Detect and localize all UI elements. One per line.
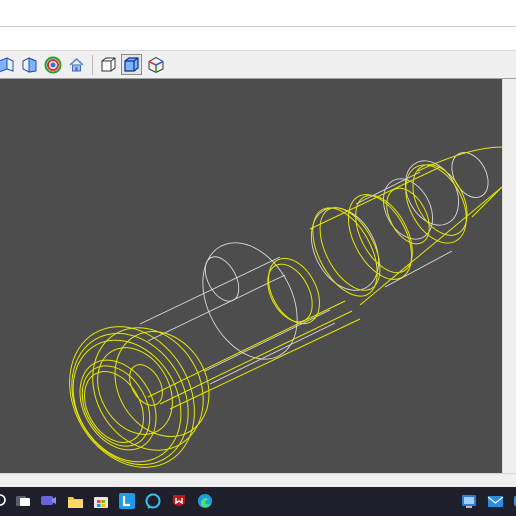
window-top-area	[0, 0, 516, 26]
chat-icon[interactable]	[39, 492, 57, 510]
file-explorer-icon[interactable]	[66, 492, 84, 510]
selected-rings-wireframe	[69, 146, 502, 468]
view-axes-cube-icon[interactable]	[145, 54, 166, 75]
main-tube-wireframe	[139, 152, 489, 385]
alexa-icon[interactable]	[144, 492, 162, 510]
view-left-icon[interactable]	[0, 54, 17, 75]
toolbar-separator	[92, 55, 93, 75]
tray-app-icon[interactable]	[460, 492, 478, 510]
task-view-icon[interactable]	[14, 492, 32, 510]
vertical-scrollbar[interactable]	[502, 79, 516, 473]
view-box-solid-icon[interactable]	[121, 54, 142, 75]
view-target-icon[interactable]	[42, 54, 63, 75]
view-toolbar	[0, 51, 516, 79]
taskbar	[0, 487, 516, 516]
search-icon[interactable]	[0, 492, 9, 510]
view-box-outline-icon[interactable]	[98, 54, 119, 75]
mcafee-icon[interactable]	[170, 492, 188, 510]
edge-icon[interactable]	[196, 492, 214, 510]
l-app-icon[interactable]	[118, 492, 136, 510]
mail-icon[interactable]	[486, 492, 504, 510]
3d-viewport[interactable]	[0, 79, 502, 473]
menu-bar	[0, 26, 516, 51]
store-icon[interactable]	[92, 492, 110, 510]
wireframe-model	[69, 146, 502, 468]
status-bar	[0, 473, 516, 487]
notification-icon[interactable]	[510, 492, 516, 510]
view-right-icon[interactable]	[19, 54, 40, 75]
view-home-icon[interactable]	[66, 54, 87, 75]
